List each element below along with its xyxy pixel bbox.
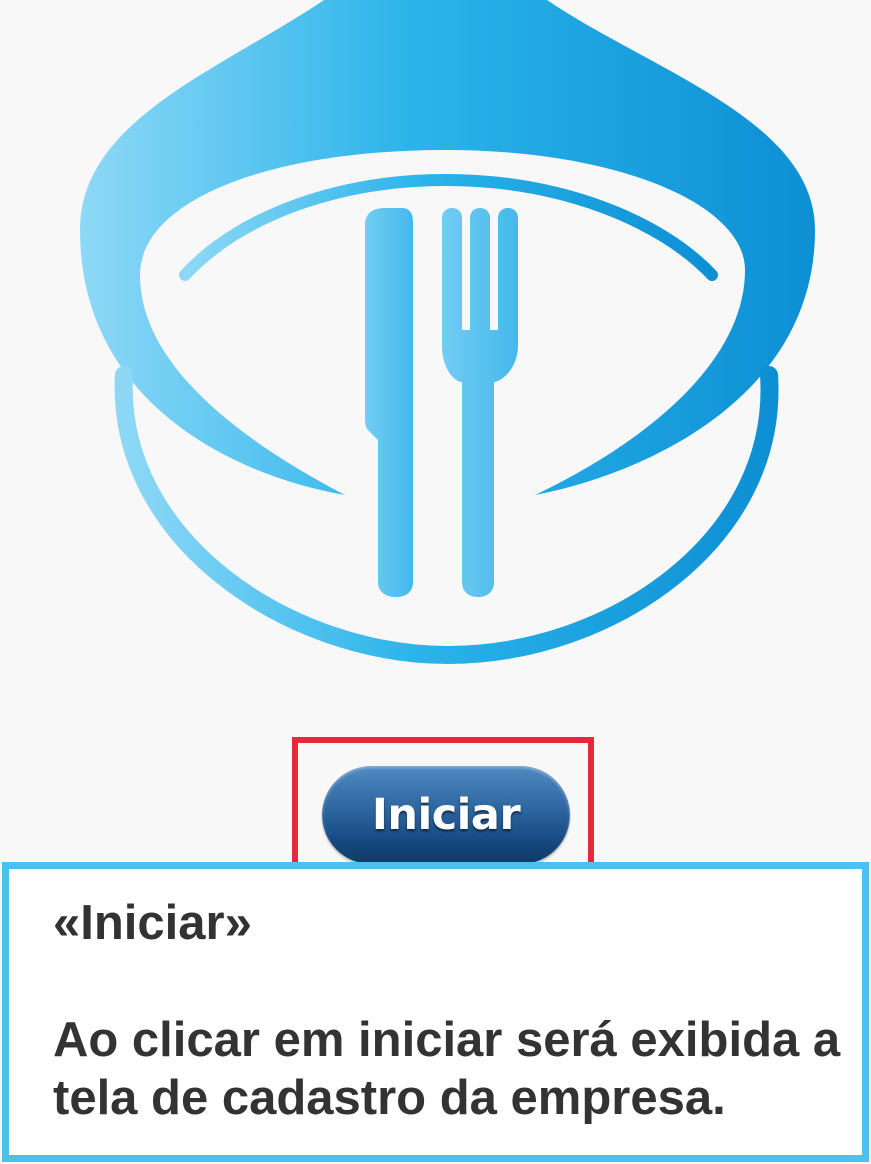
highlight-frame	[292, 737, 594, 877]
callout-box: «Iniciar» Ao clicar em iniciar será exib…	[2, 862, 869, 1162]
callout-description: Ao clicar em iniciar será exibida a tela…	[53, 1013, 841, 1125]
app-logo	[0, 0, 871, 700]
knife-shape	[365, 208, 413, 597]
water-drop-cutlery-logo-icon	[80, 0, 815, 665]
callout-title: «Iniciar»	[53, 896, 252, 950]
fork-shape	[442, 208, 518, 597]
